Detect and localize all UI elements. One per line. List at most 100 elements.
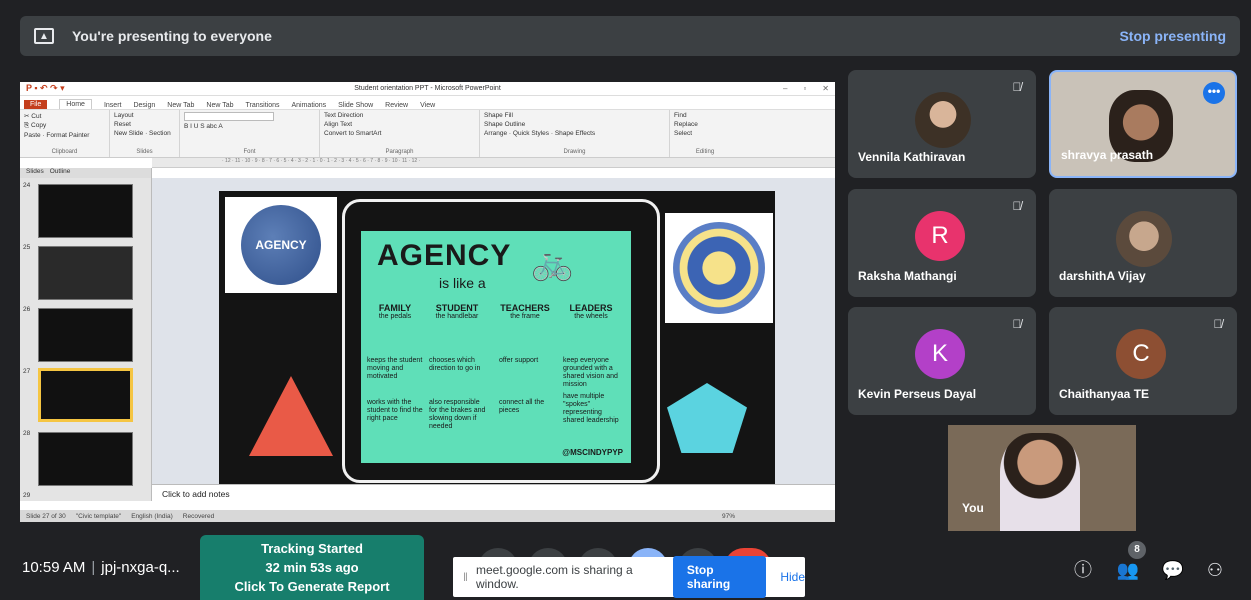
- tab-view[interactable]: View: [420, 102, 435, 109]
- participant-tile[interactable]: C 🎙̸ Chaithanyaa TE: [1049, 307, 1237, 415]
- clipboard-group: ✂ Cut ⎘ Copy Paste · Format Painter Clip…: [20, 110, 110, 157]
- tab-slides[interactable]: Slides: [26, 168, 44, 178]
- font-group: B I U S abc A Font: [180, 110, 320, 157]
- cut-button[interactable]: ✂ Cut: [24, 112, 105, 120]
- font-format-buttons[interactable]: B I U S abc A: [184, 123, 315, 130]
- tab-animations[interactable]: Animations: [291, 102, 326, 109]
- bicycle-icon: 🚲: [531, 244, 574, 282]
- participant-photo: [1116, 211, 1172, 267]
- shape-fill-button[interactable]: Shape Fill: [484, 112, 665, 119]
- stop-presenting-button[interactable]: Stop presenting: [1119, 28, 1226, 44]
- tab-outline[interactable]: Outline: [50, 168, 71, 178]
- activities-icon[interactable]: ⚇: [1203, 558, 1227, 582]
- chat-icon[interactable]: 💬: [1161, 558, 1185, 582]
- horizontal-ruler: · 12 · 11 · 10 · 9 · 8 · 7 · 6 · 5 · 4 ·…: [152, 158, 835, 168]
- ppt-ribbon-tabs: File Home Insert Design New Tab New Tab …: [20, 96, 835, 109]
- select-button[interactable]: Select: [674, 130, 736, 137]
- poster-bullet: also responsible for the brakes and slow…: [429, 399, 486, 430]
- align-text-button[interactable]: Align Text: [324, 121, 475, 128]
- slides-group: Layout Reset New Slide · Section Slides: [110, 110, 180, 157]
- slide-thumbnail-selected[interactable]: [38, 368, 133, 422]
- agency-poster: AGENCY is like a 🚲 FAMILY the pedals STUD…: [361, 231, 631, 463]
- meeting-info-icon[interactable]: ⓘ: [1071, 558, 1095, 582]
- text-direction-button[interactable]: Text Direction: [324, 112, 475, 119]
- participant-tile[interactable]: 🎙̸ Vennila Kathiravan: [848, 70, 1036, 178]
- mic-off-icon: 🎙̸: [1213, 317, 1223, 331]
- pentagon-character-illustration: [667, 383, 747, 453]
- drag-handle-icon[interactable]: ‖: [463, 570, 468, 584]
- participant-tile[interactable]: darshithA Vijay: [1049, 189, 1237, 297]
- replace-button[interactable]: Replace: [674, 121, 736, 128]
- notes-field[interactable]: Click to add notes: [152, 484, 835, 504]
- slide-canvas: AGENCY AGENCY is like a 🚲 FAMILY the peda…: [152, 178, 835, 486]
- participant-tile[interactable]: R 🎙̸ Raksha Mathangi: [848, 189, 1036, 297]
- copy-button[interactable]: ⎘ Copy: [24, 122, 105, 130]
- avatar: R: [915, 211, 965, 261]
- ppt-window-title: Student orientation PPT - Microsoft Powe…: [354, 85, 501, 92]
- people-icon[interactable]: 👥: [1116, 558, 1140, 582]
- tab-design[interactable]: Design: [133, 102, 155, 109]
- more-options-icon[interactable]: •••: [1203, 82, 1225, 104]
- agency-logo-image: AGENCY: [225, 197, 337, 293]
- window-sharing-bar: ‖ meet.google.com is sharing a window. S…: [453, 556, 805, 598]
- slide-thumbnail[interactable]: [38, 432, 133, 486]
- tab-home[interactable]: Home: [59, 99, 92, 109]
- drawing-group: Shape Fill Shape Outline Arrange · Quick…: [480, 110, 670, 157]
- poster-bullet: keeps the student moving and motivated: [367, 357, 423, 380]
- find-button[interactable]: Find: [674, 112, 736, 119]
- current-slide[interactable]: AGENCY AGENCY is like a 🚲 FAMILY the peda…: [219, 191, 775, 486]
- slide-thumbnail[interactable]: [38, 184, 133, 238]
- participant-count-badge: 8: [1128, 541, 1146, 559]
- mic-off-icon: 🎙̸: [1012, 80, 1022, 94]
- tab-slide-show[interactable]: Slide Show: [338, 102, 373, 109]
- tab-file[interactable]: File: [24, 100, 48, 109]
- tab-new-tab[interactable]: New Tab: [167, 102, 194, 109]
- hide-button[interactable]: Hide: [780, 570, 805, 584]
- poster-bullet: chooses which direction to go in: [429, 357, 481, 372]
- poster-bullet: connect all the pieces: [499, 399, 545, 414]
- meeting-time-code: 10:59 AM | jpj-nxga-q...: [22, 559, 180, 576]
- layout-button[interactable]: Layout: [114, 112, 175, 119]
- poster-column: TEACHERS the frame: [500, 303, 550, 320]
- mic-off-icon: 🎙̸: [1012, 199, 1022, 213]
- paragraph-group: Text Direction Align Text Convert to Sma…: [320, 110, 480, 157]
- triangle-character-illustration: [249, 376, 333, 456]
- pane-tabs: Slides Outline: [20, 168, 151, 178]
- poster-signature: @MSCINDYPYP: [562, 448, 623, 457]
- slide-thumbnails-pane: Slides Outline 24 25 26 27 28 29: [20, 168, 152, 501]
- poster-bullet: have multiple "spokes" representing shar…: [563, 393, 619, 424]
- ppt-ribbon: ✂ Cut ⎘ Copy Paste · Format Painter Clip…: [20, 109, 835, 158]
- sharing-notice: meet.google.com is sharing a window.: [475, 563, 633, 591]
- tab-review[interactable]: Review: [385, 102, 408, 109]
- pyp-logo-image: [665, 213, 773, 323]
- participant-tile[interactable]: K 🎙̸ Kevin Perseus Dayal: [848, 307, 1036, 415]
- reset-button[interactable]: Reset: [114, 121, 175, 128]
- mic-off-icon: 🎙̸: [1012, 317, 1022, 331]
- convert-smartart-button[interactable]: Convert to SmartArt: [324, 130, 475, 137]
- avatar: C: [1116, 329, 1166, 379]
- participant-tile[interactable]: ••• shravya prasath: [1049, 70, 1237, 178]
- poster-column: LEADERS the wheels: [569, 303, 613, 320]
- section-button[interactable]: New Slide · Section: [114, 130, 175, 137]
- tab-insert[interactable]: Insert: [104, 102, 122, 109]
- editing-group: Find Replace Select Editing: [670, 110, 740, 157]
- font-select[interactable]: [184, 112, 274, 121]
- shape-outline-button[interactable]: Shape Outline: [484, 121, 665, 128]
- arrange-button[interactable]: Arrange · Quick Styles · Shape Effects: [484, 130, 665, 137]
- poster-bullet: works with the student to find the right…: [367, 399, 423, 422]
- format-painter-button[interactable]: Paste · Format Painter: [24, 132, 105, 139]
- tab-new-tab-2[interactable]: New Tab: [206, 102, 233, 109]
- zoom-level[interactable]: 97%: [722, 513, 835, 520]
- avatar: K: [915, 329, 965, 379]
- tab-transitions[interactable]: Transitions: [246, 102, 280, 109]
- ppt-title-bar: P ▪ ↶ ↷ ▾ Student orientation PPT - Micr…: [20, 82, 835, 96]
- slide-thumbnail[interactable]: [38, 246, 133, 300]
- stop-sharing-button[interactable]: Stop sharing: [672, 556, 767, 598]
- tracking-report-button[interactable]: Tracking Started 32 min 53s ago Click To…: [200, 535, 424, 600]
- self-video: [1000, 433, 1080, 531]
- self-view-tile[interactable]: You: [948, 425, 1136, 531]
- slide-thumbnail[interactable]: [38, 308, 133, 362]
- poster-column: STUDENT the handlebar: [435, 303, 479, 320]
- present-screen-icon: ▲: [34, 28, 54, 44]
- poster-bullet: keep everyone grounded with a shared vis…: [563, 357, 618, 388]
